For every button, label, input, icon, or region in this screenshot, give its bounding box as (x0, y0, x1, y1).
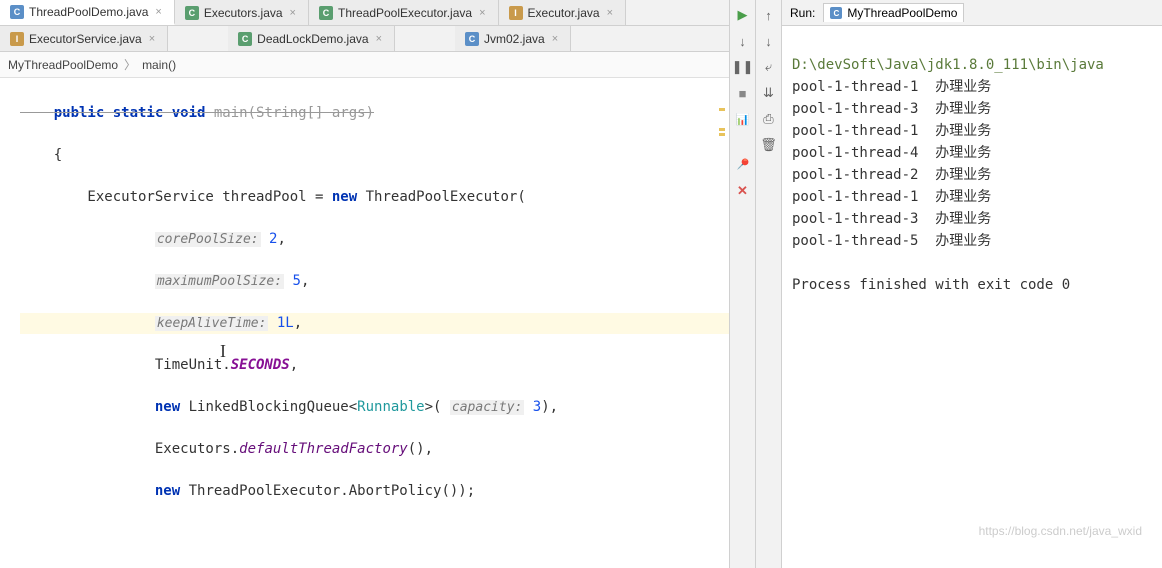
run-label: Run: (790, 6, 815, 20)
static-method: defaultThreadFactory (239, 441, 408, 457)
close-icon[interactable]: × (153, 6, 163, 18)
num-literal: 5 (284, 273, 301, 289)
code-text: ThreadPoolExecutor( (357, 189, 526, 205)
tab-label: ThreadPoolDemo.java (29, 5, 148, 19)
tab-row-1: C ThreadPoolDemo.java × C Executors.java… (0, 0, 729, 26)
console-line: pool-1-thread-3 办理业务 (792, 211, 991, 227)
tab-label: Jvm02.java (484, 32, 545, 46)
tab-deadlockdemo[interactable]: C DeadLockDemo.java × (228, 26, 395, 51)
class-icon: C (238, 32, 252, 46)
keyword-new: new (155, 399, 180, 415)
class-icon: C (830, 7, 842, 19)
param-hint: maximumPoolSize: (155, 274, 284, 289)
console-cmd: D:\devSoft\Java\jdk1.8.0_111\bin\java (792, 57, 1104, 73)
tab-label: Executor.java (528, 6, 600, 20)
editor-pane: C ThreadPoolDemo.java × C Executors.java… (0, 0, 730, 568)
monitor-icon[interactable]: 📊 (734, 110, 752, 128)
tab-jvm02[interactable]: C Jvm02.java × (455, 26, 571, 51)
tab-executors[interactable]: C Executors.java × (175, 0, 309, 25)
class-icon: C (185, 6, 199, 20)
interface-icon: I (509, 6, 523, 20)
watermark: https://blog.csdn.net/java_wxid (979, 524, 1142, 538)
tab-executorservice[interactable]: I ExecutorService.java × (0, 26, 168, 51)
code-text: Executors. (20, 441, 239, 457)
breadcrumb-class: MyThreadPoolDemo (8, 58, 118, 72)
console-line: pool-1-thread-1 办理业务 (792, 123, 991, 139)
num-literal: 3 (524, 399, 541, 415)
code-text: ThreadPoolExecutor.AbortPolicy()); (180, 483, 475, 499)
interface-icon: I (10, 32, 24, 46)
num-literal: 2 (261, 231, 278, 247)
run-toolbar-right: ↑ ↓ ⤶ ⇊ ⎙ 🗑 (756, 0, 782, 568)
tab-threadpooldemo[interactable]: C ThreadPoolDemo.java × (0, 0, 175, 25)
num-literal: 1L (268, 315, 293, 331)
close-icon[interactable]: × (288, 7, 298, 19)
console-line: pool-1-thread-4 办理业务 (792, 145, 991, 161)
tab-row-2: I ExecutorService.java × C DeadLockDemo.… (0, 26, 729, 52)
class-icon: C (319, 6, 333, 20)
down-icon[interactable]: ↓ (734, 32, 752, 50)
console-output[interactable]: D:\devSoft\Java\jdk1.8.0_111\bin\java po… (782, 26, 1162, 568)
pin-icon[interactable]: 📍 (734, 156, 752, 174)
code-text: LinkedBlockingQueue< (180, 399, 357, 415)
console-line: pool-1-thread-2 办理业务 (792, 167, 991, 183)
close-icon[interactable]: × (374, 33, 384, 45)
tab-label: ExecutorService.java (29, 32, 142, 46)
type-param: Runnable (357, 399, 424, 415)
close-icon[interactable]: × (605, 7, 615, 19)
code-text: TimeUnit. (20, 357, 231, 373)
stop-icon[interactable]: ■ (734, 84, 752, 102)
code-text: >( (425, 399, 450, 415)
static-field: SECONDS (231, 357, 290, 373)
code-text: (), (408, 441, 433, 457)
keyword-new: new (332, 189, 357, 205)
scroll-icon[interactable]: ⇊ (760, 84, 778, 102)
close-icon[interactable]: ✕ (734, 182, 752, 200)
class-icon: C (10, 5, 24, 19)
print-icon[interactable]: ⎙ (760, 110, 778, 128)
console-line: pool-1-thread-3 办理业务 (792, 101, 991, 117)
run-pane: ▶ ↓ ❚❚ ■ 📊 📍 ✕ ↑ ↓ ⤶ ⇊ ⎙ 🗑 Run: C MyThre… (730, 0, 1162, 568)
breadcrumb[interactable]: MyThreadPoolDemo 〉 main() (0, 52, 729, 78)
keyword-new: new (155, 483, 180, 499)
trash-icon[interactable]: 🗑 (760, 136, 778, 154)
chevron-right-icon: 〉 (124, 56, 136, 73)
run-toolbar-left: ▶ ↓ ❚❚ ■ 📊 📍 ✕ (730, 0, 756, 568)
run-tab-name: MyThreadPoolDemo (847, 6, 957, 20)
code-text: ), (541, 399, 558, 415)
code-text: ExecutorService threadPool = (20, 189, 332, 205)
run-header: Run: C MyThreadPoolDemo (782, 0, 1162, 26)
console-exit: Process finished with exit code 0 (792, 277, 1070, 293)
up-icon[interactable]: ↑ (760, 6, 778, 24)
wrap-icon[interactable]: ⤶ (760, 58, 778, 76)
run-icon[interactable]: ▶ (734, 6, 752, 24)
tab-label: DeadLockDemo.java (257, 32, 368, 46)
tab-executor[interactable]: I Executor.java × (499, 0, 626, 25)
close-icon[interactable]: × (147, 33, 157, 45)
tab-label: Executors.java (204, 6, 283, 20)
down-icon[interactable]: ↓ (760, 32, 778, 50)
console-line: pool-1-thread-1 办理业务 (792, 189, 991, 205)
param-hint: corePoolSize: (155, 232, 261, 247)
console-line: pool-1-thread-1 办理业务 (792, 79, 991, 95)
close-icon[interactable]: × (550, 33, 560, 45)
param-hint: keepAliveTime: (155, 316, 269, 331)
console-line: pool-1-thread-5 办理业务 (792, 233, 991, 249)
close-icon[interactable]: × (477, 7, 487, 19)
pause-icon[interactable]: ❚❚ (734, 58, 752, 76)
class-icon: C (465, 32, 479, 46)
run-config-tab[interactable]: C MyThreadPoolDemo (823, 3, 964, 22)
breadcrumb-method: main() (142, 58, 176, 72)
code-editor[interactable]: public static void main(String[] args) {… (0, 78, 729, 568)
run-content: Run: C MyThreadPoolDemo D:\devSoft\Java\… (782, 0, 1162, 568)
tab-label: ThreadPoolExecutor.java (338, 6, 472, 20)
param-hint: capacity: (450, 400, 524, 415)
tab-threadpoolexecutor[interactable]: C ThreadPoolExecutor.java × (309, 0, 499, 25)
